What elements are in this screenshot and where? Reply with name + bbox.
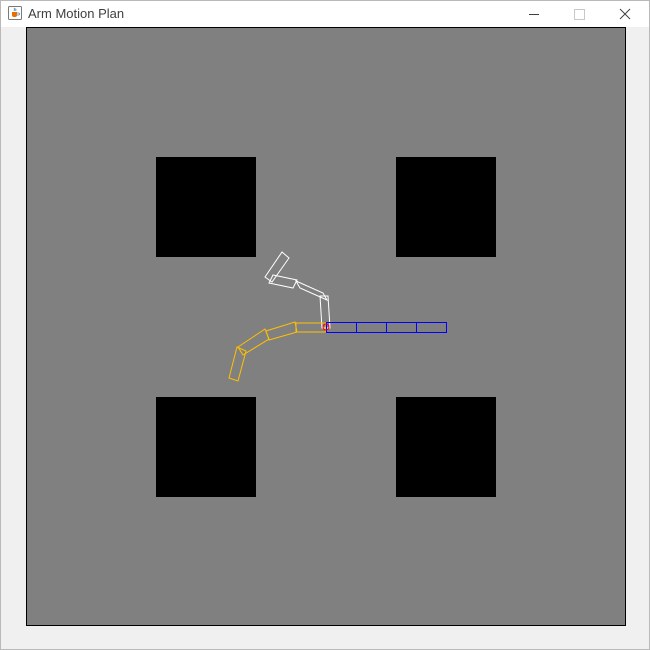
obstacle-bottom-left <box>156 397 256 497</box>
obstacle-top-left <box>156 157 256 257</box>
obstacle-bottom-right <box>396 397 496 497</box>
app-window: Arm Motion Plan <box>0 0 650 650</box>
obstacle-top-right <box>396 157 496 257</box>
scene-canvas <box>26 27 626 626</box>
